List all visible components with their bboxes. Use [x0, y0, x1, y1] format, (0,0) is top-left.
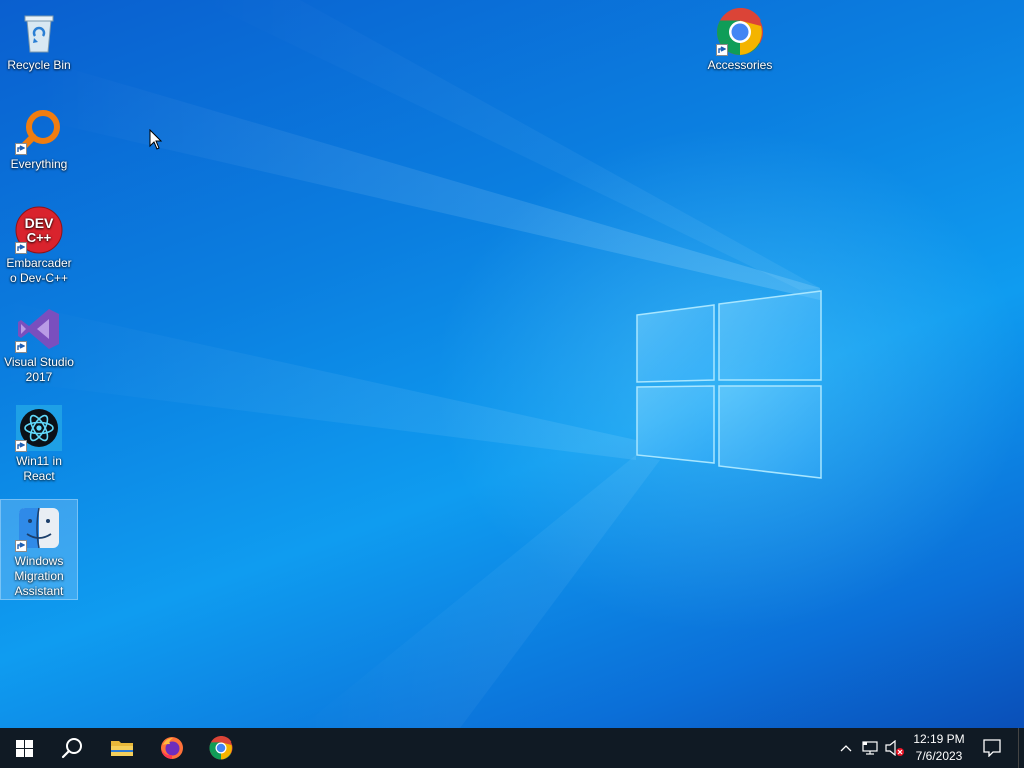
search-icon — [61, 738, 82, 759]
desktop-icon-label: Recycle Bin — [7, 58, 71, 72]
volume-button[interactable] — [884, 728, 906, 768]
volume-muted-icon — [885, 740, 904, 756]
desktop-icon-label: Embarcadero Dev-C++ — [6, 256, 72, 285]
recycle-bin-icon — [15, 8, 63, 56]
network-status-button[interactable] — [860, 728, 882, 768]
windows-logo-wallpaper — [636, 290, 822, 479]
taskbar: 12:19 PM 7/6/2023 — [0, 728, 1024, 768]
folder-icon — [111, 741, 133, 756]
shortcut-arrow-icon — [15, 242, 27, 254]
desktop-icon-visual-studio[interactable]: Visual Studio 2017 — [1, 301, 77, 387]
desktop-icon-label: Win11 in React — [16, 454, 62, 483]
search-button[interactable] — [48, 728, 96, 768]
clock-date: 7/6/2023 — [915, 749, 963, 763]
react-icon — [15, 404, 63, 452]
svg-text:C++: C++ — [27, 230, 52, 245]
migration-assistant-icon — [15, 504, 63, 552]
chrome-icon — [209, 736, 233, 760]
mouse-cursor-icon — [149, 129, 163, 150]
action-center-button[interactable] — [972, 728, 1012, 768]
desktop-icon-everything[interactable]: Everything — [1, 103, 77, 174]
shortcut-arrow-icon — [15, 341, 27, 353]
taskbar-chrome[interactable] — [197, 728, 245, 768]
show-desktop-button[interactable] — [1018, 728, 1024, 768]
everything-search-icon — [15, 107, 63, 155]
desktop-icon-label: Visual Studio 2017 — [4, 355, 74, 384]
shortcut-arrow-icon — [15, 440, 27, 452]
wallpaper — [0, 0, 822, 728]
desktop-icon-label: Windows Migration Assistant — [14, 554, 64, 598]
taskbar-firefox[interactable] — [148, 728, 196, 768]
notification-icon — [983, 739, 1001, 757]
visual-studio-icon — [15, 305, 63, 353]
desktop-icon-label: Everything — [10, 157, 68, 171]
windows-logo-icon — [15, 739, 33, 757]
firefox-icon — [161, 737, 183, 759]
desktop-icon-recycle-bin[interactable]: Recycle Bin — [1, 4, 77, 75]
desktop-icon-dev-cpp[interactable]: DEV C++ Embarcadero Dev-C++ — [1, 202, 77, 288]
shortcut-arrow-icon — [15, 540, 27, 552]
network-icon — [862, 741, 878, 755]
start-button[interactable] — [0, 728, 48, 768]
shortcut-arrow-icon — [15, 143, 27, 155]
desktop-icon-label: Accessories — [707, 58, 773, 72]
clock-time: 12:19 PM — [913, 732, 965, 746]
desktop-icon-accessories[interactable]: Accessories — [702, 4, 778, 75]
taskbar-file-explorer[interactable] — [98, 728, 146, 768]
shortcut-arrow-icon — [716, 44, 728, 56]
chevron-up-icon — [840, 745, 852, 752]
svg-text:DEV: DEV — [25, 215, 54, 231]
clock-button[interactable]: 12:19 PM 7/6/2023 — [906, 731, 972, 765]
dev-cpp-icon: DEV C++ — [15, 206, 63, 254]
show-hidden-icons-button[interactable] — [836, 728, 856, 768]
desktop[interactable]: Recycle Bin Everything DEV C++ Embarcade… — [0, 0, 1024, 728]
chrome-icon — [716, 7, 764, 56]
desktop-icon-migration-assistant[interactable]: Windows Migration Assistant — [0, 499, 78, 600]
desktop-icon-win11-react[interactable]: Win11 in React — [1, 400, 77, 486]
